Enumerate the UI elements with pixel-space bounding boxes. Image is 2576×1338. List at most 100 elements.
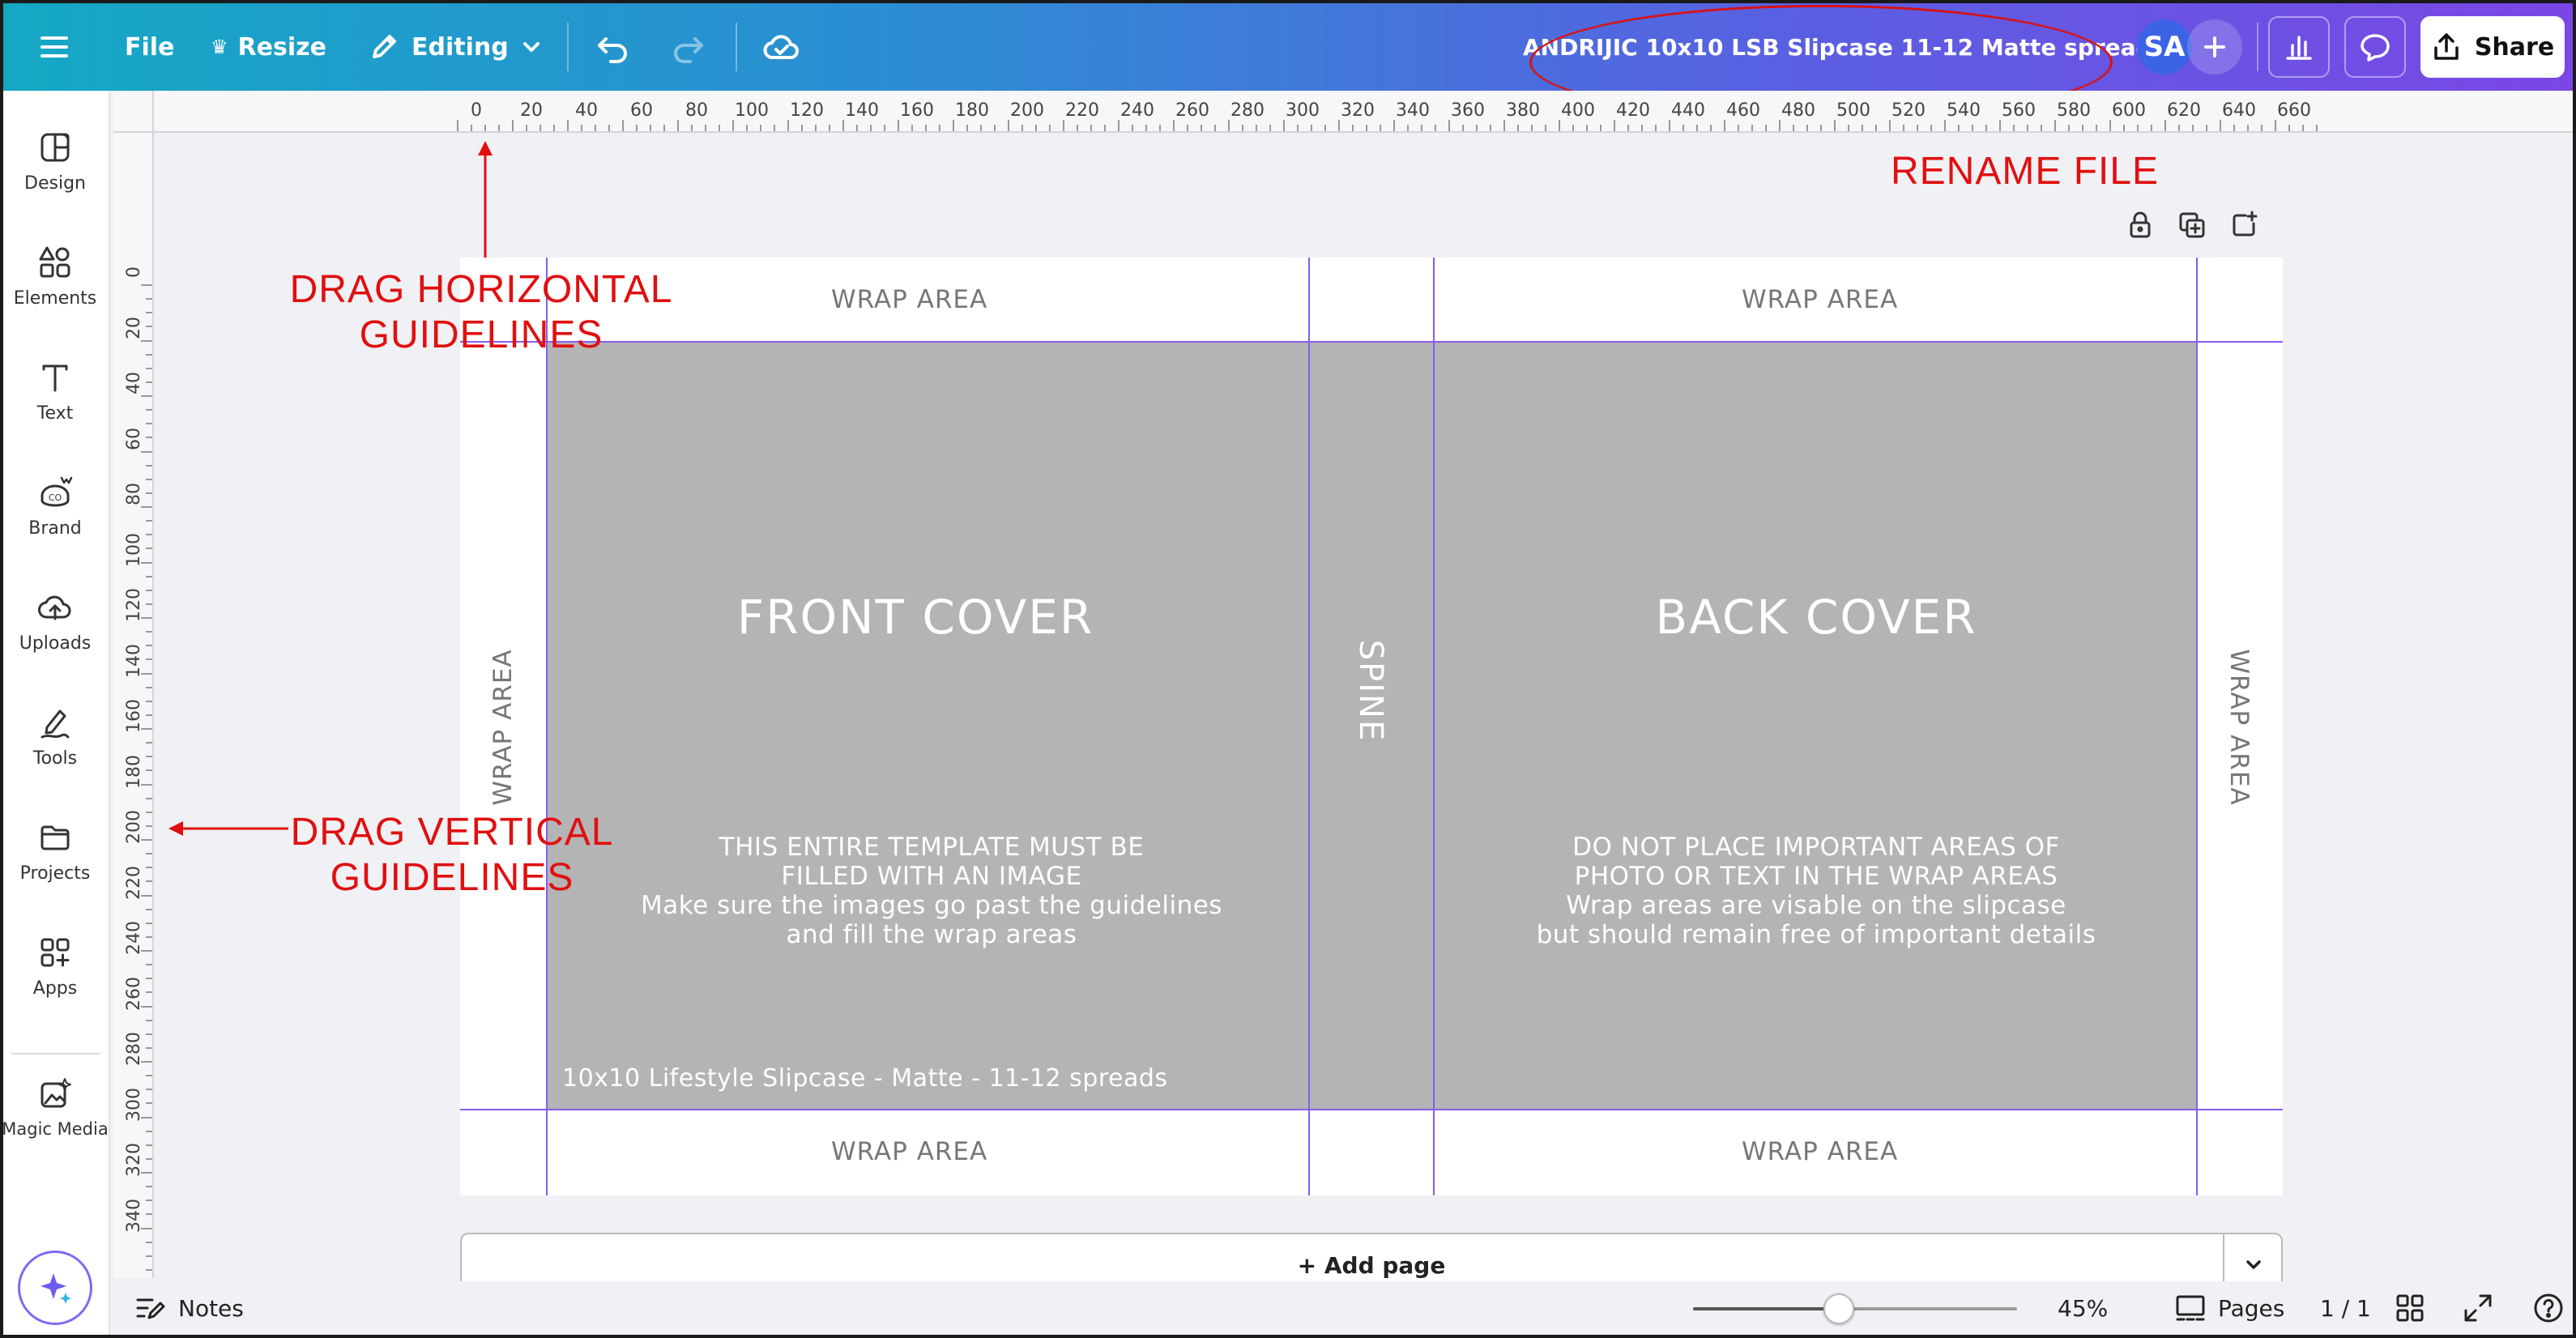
ruler-tick [1834, 120, 1836, 131]
share-button[interactable]: Share [2420, 16, 2565, 78]
ruler-tick [141, 839, 152, 841]
comments-button[interactable] [2344, 16, 2406, 78]
ruler-tick [1352, 125, 1354, 131]
ruler-tick [1077, 125, 1078, 131]
ruler-tick [2261, 125, 2263, 131]
zoom-level[interactable]: 45% [2058, 1281, 2108, 1335]
guideline-vertical[interactable] [2196, 258, 2198, 1195]
fullscreen-button[interactable] [2463, 1281, 2493, 1335]
ruler-tick [2178, 125, 2180, 131]
sidebar-item-text[interactable]: Text [3, 360, 107, 424]
ruler-tick-label: 460 [1726, 100, 1760, 121]
ruler-tick [146, 1130, 152, 1132]
text-icon [42, 364, 68, 392]
ruler-tick [2302, 125, 2304, 131]
ruler-tick [2275, 120, 2276, 131]
ruler-tick [760, 125, 761, 131]
notes-button[interactable]: Notes [134, 1281, 244, 1335]
ruler-tick [1545, 125, 1546, 131]
ruler-tick [146, 1019, 152, 1021]
redo-button[interactable] [671, 3, 706, 91]
annotation-rename-file: RENAME FILE [1891, 150, 2160, 193]
ruler-tick [2041, 125, 2042, 131]
ruler-tick [1738, 125, 1739, 131]
resize-button[interactable]: ♛ Resize [211, 3, 326, 91]
ruler-tick-label: 580 [2057, 100, 2091, 121]
sidebar-item-tools[interactable]: Tools [3, 705, 107, 769]
grid-view-button[interactable] [2395, 1281, 2425, 1335]
sidebar-item-brand[interactable]: CO Brand [3, 475, 107, 539]
sidebar-item-projects[interactable]: Projects [3, 820, 107, 884]
note-line: Make sure the images go past the guideli… [641, 891, 1222, 920]
ruler-tick [1999, 120, 2001, 131]
guideline-vertical[interactable] [1308, 258, 1310, 1195]
share-label: Share [2474, 32, 2555, 62]
ruler-tick [1862, 125, 1863, 131]
ruler-tick [1297, 125, 1299, 131]
ruler-tick [1820, 125, 1822, 131]
guideline-vertical[interactable] [1433, 258, 1435, 1195]
ruler-tick [1338, 120, 1340, 131]
guideline-horizontal[interactable] [460, 1109, 2283, 1110]
cloud-check-icon [763, 35, 799, 59]
ruler-tick [1435, 125, 1436, 131]
sidebar-item-apps[interactable]: Apps [3, 935, 107, 999]
ruler-tick [870, 125, 872, 131]
menu-button[interactable] [39, 3, 70, 91]
zoom-slider[interactable] [1693, 1293, 2017, 1324]
duplicate-page-icon[interactable] [2177, 211, 2207, 240]
sidebar-item-design[interactable]: Design [3, 130, 107, 194]
save-status-button[interactable] [763, 3, 800, 91]
ruler-tick [829, 125, 830, 131]
ruler-tick [1228, 120, 1230, 131]
ruler-tick-label: 300 [124, 1087, 144, 1122]
ruler-tick [1972, 125, 1973, 131]
ruler-tick [146, 1241, 152, 1243]
canva-editor: File ♛ Resize Editing ANDRIJIC 10x10 LSB… [0, 0, 2576, 1338]
ruler-tick [1806, 125, 1808, 131]
ruler-tick [2013, 125, 2015, 131]
magic-assistant-button[interactable] [18, 1251, 92, 1325]
ruler-tick [471, 125, 472, 131]
ruler-tick [141, 950, 152, 952]
sidebar-item-uploads[interactable]: Uploads [3, 590, 107, 654]
guideline-vertical[interactable] [546, 258, 548, 1195]
editing-mode-dropdown[interactable]: Editing [368, 3, 543, 91]
ruler-tick [146, 520, 152, 522]
lock-icon[interactable] [2126, 211, 2155, 240]
ruler-tick [553, 125, 555, 131]
front-cover-area[interactable] [546, 342, 1309, 1110]
ruler-tick-label: 280 [124, 1032, 144, 1066]
ruler-tick [1021, 125, 1023, 131]
add-collaborator-button[interactable] [2187, 19, 2242, 75]
ruler-tick-label: 180 [955, 100, 989, 121]
ruler-tick [146, 645, 152, 646]
slipcase-template-page[interactable]: WRAP AREA WRAP AREA WRAP AREA WRAP AREA … [460, 258, 2283, 1195]
ruler-tick-label: 200 [1010, 100, 1044, 121]
ruler-tick [146, 423, 152, 424]
sidebar-item-elements[interactable]: Elements [3, 245, 107, 309]
back-cover-area[interactable] [1434, 342, 2197, 1110]
pages-button[interactable]: Pages [2174, 1281, 2284, 1335]
divider [11, 1053, 100, 1055]
ruler-tick [146, 853, 152, 854]
add-page-icon[interactable] [2229, 211, 2258, 240]
back-cover-title: BACK COVER [1655, 590, 1977, 645]
guideline-horizontal[interactable] [460, 341, 2283, 343]
wrap-area-label: WRAP AREA [1742, 1137, 1899, 1166]
sidebar-item-magic-media[interactable]: Magic Media [3, 1076, 110, 1139]
horizontal-ruler[interactable]: 0 20 40 60 80 100 120 140 160 180 200 220 240 260 280 3… [113, 91, 2573, 133]
zoom-slider-handle[interactable] [1823, 1293, 1854, 1324]
ruler-tick [939, 125, 940, 131]
grid-view-icon [2396, 1294, 2424, 1322]
insights-button[interactable] [2268, 16, 2330, 78]
avatar[interactable]: SA [2137, 19, 2192, 75]
undo-button[interactable] [595, 3, 630, 91]
help-button[interactable] [2532, 1281, 2565, 1335]
ruler-tick [1751, 125, 1753, 131]
vertical-ruler[interactable]: 0 20 40 60 80 100 120 140 160 180 200 220 240 260 280 3… [113, 91, 154, 1278]
avatar-initials: SA [2143, 31, 2186, 63]
file-menu[interactable]: File [125, 3, 174, 91]
ruler-tick [141, 284, 152, 286]
ruler-tick [2068, 125, 2070, 131]
